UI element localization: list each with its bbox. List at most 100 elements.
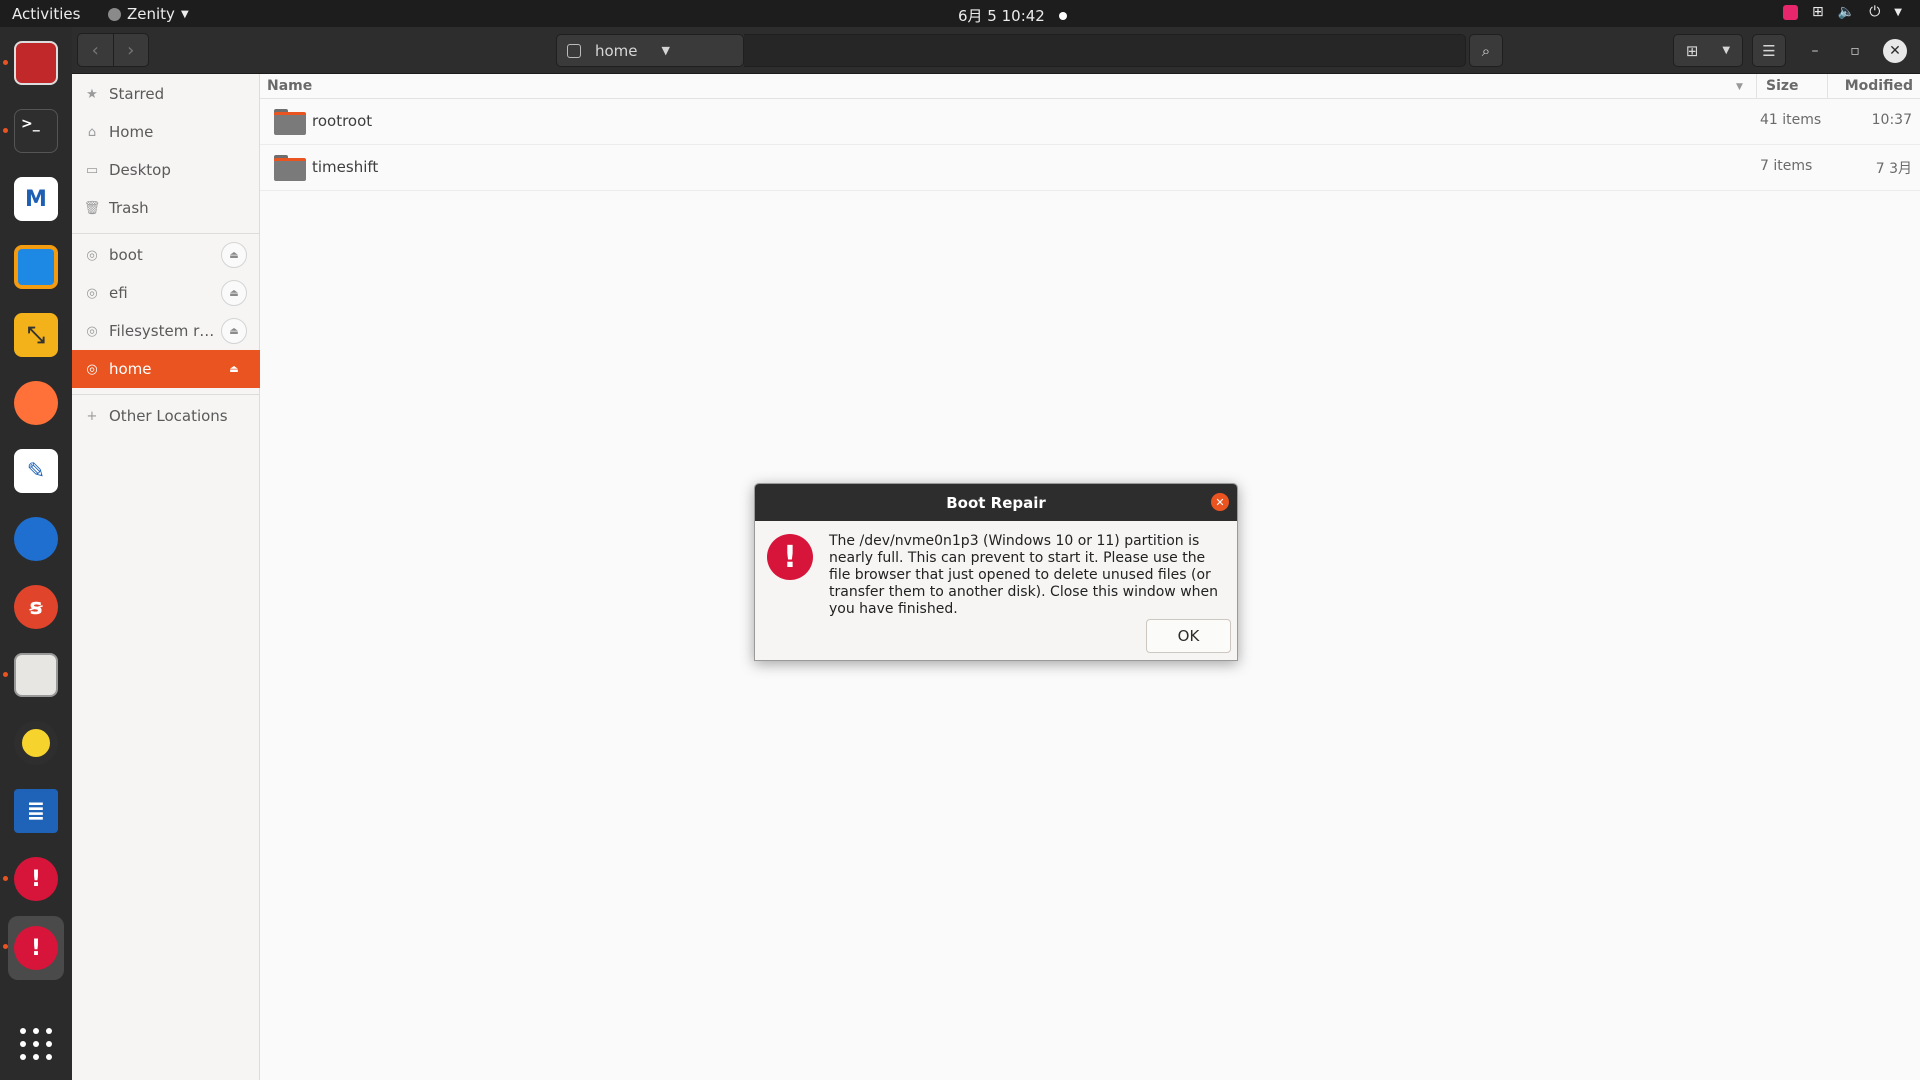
drive-icon: [567, 43, 581, 58]
view-toggle-button[interactable]: ⊞ ▼: [1673, 34, 1743, 67]
alert-app-icon: !: [14, 926, 58, 970]
network-icon: ⊞: [1812, 4, 1824, 20]
eject-icon[interactable]: ⏏: [221, 318, 247, 344]
sidebar-item-label: boot: [109, 246, 143, 264]
drive-icon: ◎: [86, 361, 98, 377]
sidebar-item-label: home: [109, 360, 152, 378]
sidebar-item-trash[interactable]: 🗑 Trash: [72, 189, 260, 227]
sidebar-item-other-locations[interactable]: + Other Locations: [72, 397, 260, 435]
file-modified: 7 3月: [1875, 161, 1912, 177]
boot-repair-dialog: Boot Repair ✕ ! The /dev/nvme0n1p3 (Wind…: [754, 483, 1238, 661]
thunderbird-icon: [14, 517, 58, 561]
dock-item-firefox[interactable]: [8, 375, 64, 431]
dock-item-terminal[interactable]: >_: [8, 103, 64, 159]
remote-desktop-icon: [14, 41, 58, 85]
dock-item-mail[interactable]: M: [8, 171, 64, 227]
dialog-close-button[interactable]: ✕: [1211, 493, 1229, 511]
table-row[interactable]: timeshift 7 items 7 3月: [260, 145, 1920, 191]
rhythmbox-icon: [14, 721, 58, 765]
dock-item-rhythmbox[interactable]: [8, 715, 64, 771]
drive-icon: ◎: [86, 285, 98, 301]
navigation-buttons: ‹ ›: [77, 33, 149, 67]
menu-button[interactable]: ☰: [1752, 34, 1786, 67]
app-gear-icon: [108, 7, 121, 21]
dock-item-thunderbird[interactable]: [8, 511, 64, 567]
trash-icon: 🗑: [83, 200, 101, 216]
drive-icon: ◎: [86, 247, 98, 263]
path-label: home: [595, 41, 638, 60]
dock-item-alert-app[interactable]: !: [8, 851, 64, 907]
folder-icon: [274, 109, 306, 135]
app-menu[interactable]: Zenity ▼: [108, 5, 189, 23]
dock-item-app-red[interactable]: ꞩ: [8, 579, 64, 635]
sidebar-separator: [72, 394, 260, 395]
dock-item-writer[interactable]: ≣: [8, 783, 64, 839]
tray-app-icon[interactable]: [1783, 4, 1799, 20]
ok-button[interactable]: OK: [1146, 619, 1231, 653]
notification-dot-icon: [1058, 11, 1067, 20]
sidebar-separator: [72, 233, 260, 234]
forward-button[interactable]: ›: [112, 34, 149, 66]
eject-icon[interactable]: ⏏: [221, 356, 247, 382]
path-bar-button[interactable]: home ▼: [556, 34, 744, 67]
sort-chevron-icon: ▼: [1736, 82, 1743, 92]
network-arrows-icon: ⤡: [14, 313, 58, 357]
drive-icon: ◎: [86, 323, 98, 339]
dock-item-text-editor[interactable]: ✎: [8, 443, 64, 499]
column-divider: [1827, 74, 1828, 99]
dock-item-files[interactable]: [8, 647, 64, 703]
eject-icon[interactable]: ⏏: [221, 280, 247, 306]
sidebar-item-home-drive[interactable]: ◎ home ⏏: [72, 350, 260, 388]
sidebar-item-filesystem[interactable]: ◎ Filesystem r… ⏏: [72, 312, 260, 350]
dock-item-remote-desktop[interactable]: [8, 35, 64, 91]
show-applications-icon[interactable]: [20, 1028, 52, 1060]
minimize-button[interactable]: –: [1803, 39, 1827, 63]
file-size: 7 items: [1760, 158, 1813, 174]
desktop-icon: ▭: [85, 162, 99, 178]
plus-icon: +: [86, 408, 98, 424]
virtual-machine-icon: [14, 245, 58, 289]
dock-item-alert-app-active[interactable]: !: [8, 916, 64, 980]
column-header-name[interactable]: Name: [267, 78, 312, 94]
power-icon: ⏻: [1869, 4, 1881, 20]
activities-button[interactable]: Activities: [12, 5, 80, 23]
star-icon: ★: [86, 86, 98, 102]
home-icon: ⌂: [87, 124, 97, 140]
sidebar-item-label: Starred: [109, 85, 165, 103]
file-name: rootroot: [312, 112, 373, 130]
close-window-button[interactable]: ✕: [1883, 39, 1907, 63]
sidebar-item-label: efi: [109, 284, 128, 302]
search-icon: ⌕: [1481, 41, 1491, 60]
sidebar-item-efi[interactable]: ◎ efi ⏏: [72, 274, 260, 312]
table-row[interactable]: rootroot 41 items 10:37: [260, 99, 1920, 145]
maximize-button[interactable]: ▫: [1843, 39, 1867, 63]
clock[interactable]: 6月 5 10:42: [958, 5, 1067, 26]
sidebar-item-starred[interactable]: ★ Starred: [72, 75, 260, 113]
column-header-size[interactable]: Size: [1766, 78, 1799, 94]
dock-item-virtual-machine[interactable]: [8, 239, 64, 295]
sidebar-item-boot[interactable]: ◎ boot ⏏: [72, 236, 260, 274]
sidebar-item-home[interactable]: ⌂ Home: [72, 113, 260, 151]
clock-label: 6月 5 10:42: [958, 7, 1045, 25]
column-divider: [1756, 74, 1757, 99]
dock-item-network-arrows[interactable]: ⤡: [8, 307, 64, 363]
back-button[interactable]: ‹: [78, 34, 113, 66]
system-tray[interactable]: ⊞ 🔈 ⏻ ▼: [1783, 4, 1902, 20]
mail-icon: M: [14, 177, 58, 221]
eject-icon[interactable]: ⏏: [221, 242, 247, 268]
dialog-message: The /dev/nvme0n1p3 (Windows 10 or 11) pa…: [829, 533, 1219, 617]
list-header: Name ▼ Size Modified: [260, 74, 1920, 99]
search-button[interactable]: ⌕: [1469, 34, 1503, 67]
file-size: 41 items: [1760, 112, 1822, 128]
column-header-modified[interactable]: Modified: [1845, 78, 1913, 94]
dialog-titlebar: Boot Repair ✕: [755, 484, 1237, 521]
chevron-down-icon: ▼: [1894, 6, 1902, 18]
chevron-down-icon: ▼: [661, 44, 670, 57]
firefox-icon: [14, 381, 58, 425]
sidebar-item-desktop[interactable]: ▭ Desktop: [72, 151, 260, 189]
path-bar-filler: [744, 34, 1466, 67]
alert-app-icon: !: [14, 857, 58, 901]
app-menu-label: Zenity: [127, 5, 175, 23]
sidebar-item-label: Other Locations: [109, 407, 228, 425]
writer-icon: ≣: [14, 789, 58, 833]
